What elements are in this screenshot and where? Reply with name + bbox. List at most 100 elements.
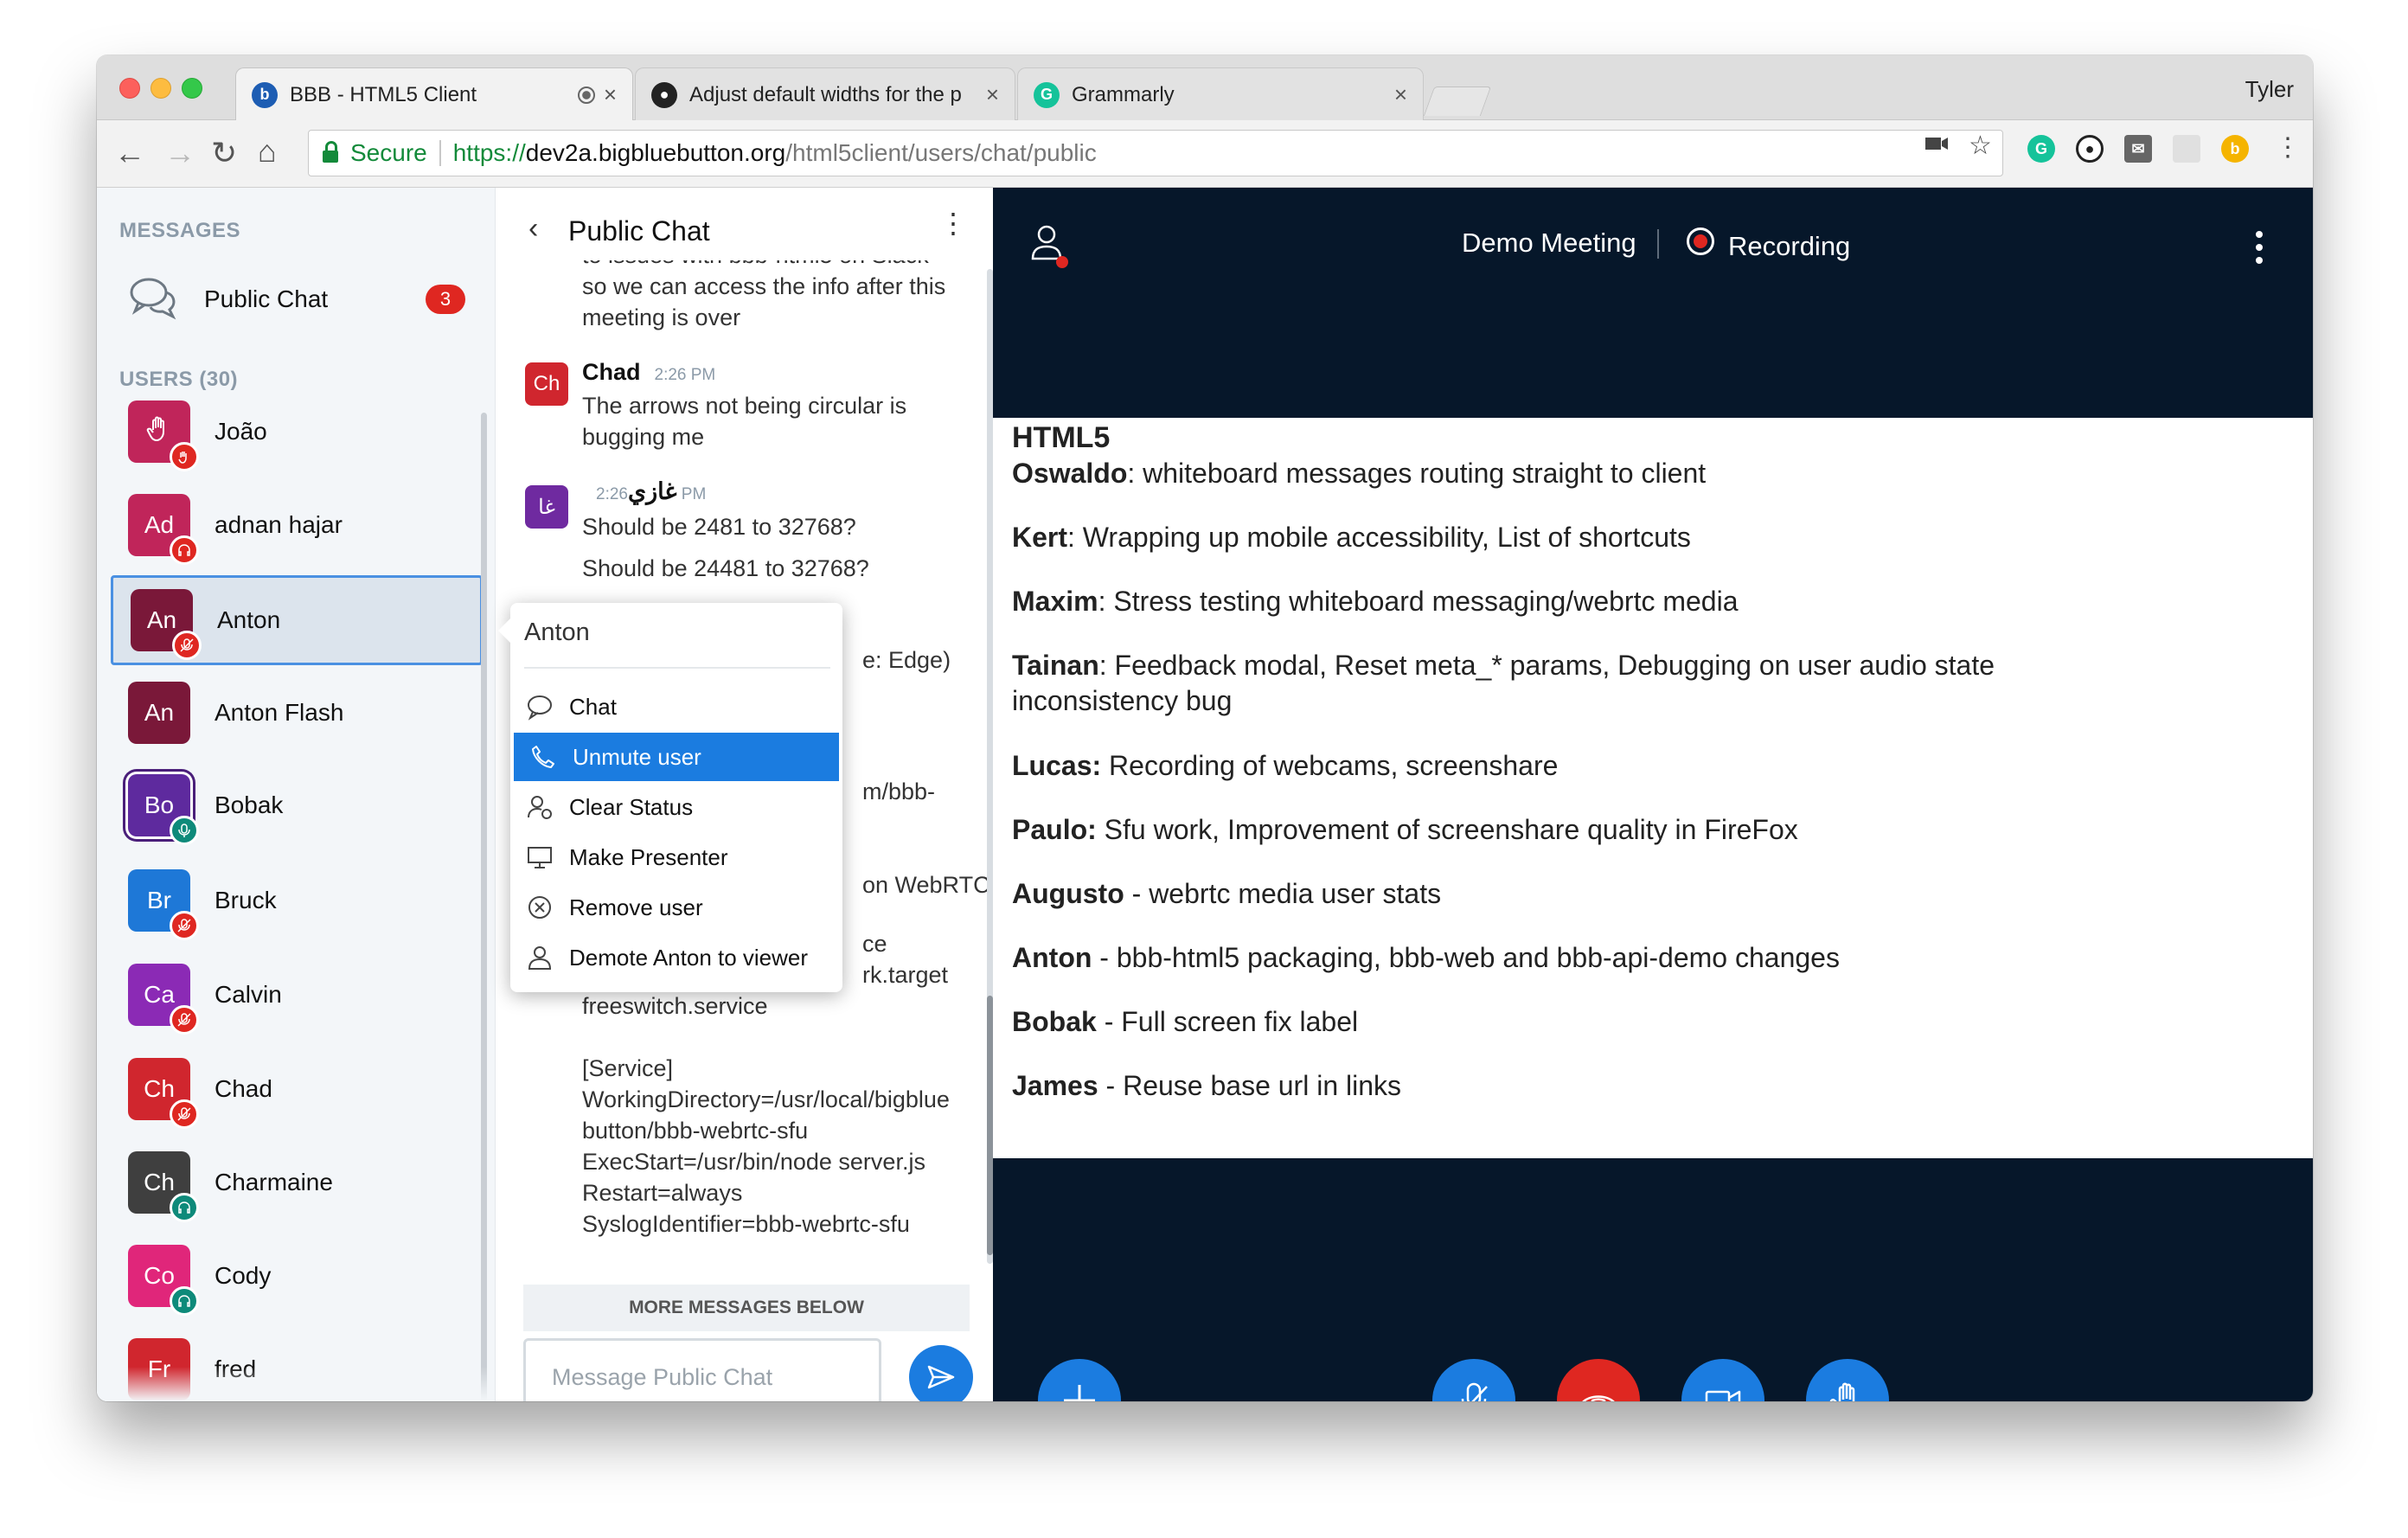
new-tab-button[interactable] (1423, 87, 1492, 116)
presentation-area: Demo Meeting Recording HTML5 Oswaldo: wh… (993, 188, 2313, 1401)
coin-extension-icon[interactable]: b (2221, 135, 2249, 163)
avatar-initials: Ch (144, 1169, 175, 1195)
menu-item-unmute-user[interactable]: Unmute user (514, 733, 839, 781)
maximize-window-button[interactable] (182, 78, 202, 99)
close-tab-icon[interactable]: × (986, 81, 999, 108)
slide-line-text: : whiteboard messages routing straight t… (1127, 458, 1707, 489)
user-list-fade (97, 1367, 495, 1401)
camera-icon[interactable] (1924, 131, 1950, 163)
headphones-icon (170, 535, 199, 565)
slide-line: Augusto - webrtc media user stats (1012, 876, 2292, 912)
recording-label[interactable]: Recording (1728, 231, 1850, 262)
slide-line-name: Tainan (1012, 650, 1099, 681)
tab-bbb[interactable]: b BBB - HTML5 Client × (235, 67, 633, 121)
avatar-initials: Br (147, 887, 171, 913)
grammarly-extension-icon[interactable]: G (2027, 135, 2055, 163)
slide-line-text: - bbb-html5 packaging, bbb-web and bbb-a… (1092, 942, 1840, 973)
browser-menu-icon[interactable]: ⋮ (2275, 132, 2301, 163)
scroll-thumb[interactable] (987, 996, 993, 1255)
message-input[interactable]: Message Public Chat (523, 1338, 881, 1401)
minimize-window-button[interactable] (150, 78, 171, 99)
slide-line: Bobak - Full screen fix label (1012, 1004, 2292, 1040)
mail-extension-icon[interactable]: ✉ (2124, 135, 2152, 163)
user-item[interactable]: Ch Chad (111, 1044, 483, 1134)
user-name: adnan hajar (215, 511, 343, 538)
actions-plus-button[interactable] (1038, 1359, 1121, 1401)
slide-line: inconsistency bug (1012, 683, 2292, 719)
avatar: Bo (128, 774, 199, 845)
avatar-initials: Ca (144, 981, 175, 1008)
bookmark-star-icon[interactable]: ☆ (1969, 131, 1992, 161)
share-webcam-button[interactable] (1681, 1359, 1764, 1401)
tab-grammarly[interactable]: G Grammarly × (1017, 67, 1424, 121)
slide-line-name: Paulo: (1012, 814, 1097, 845)
presentation-slide[interactable]: HTML5 Oswaldo: whiteboard messages routi… (993, 418, 2313, 1158)
avatar: Co (128, 1245, 199, 1316)
avatar-initials: Bo (144, 791, 175, 818)
public-chat-item[interactable]: Public Chat 3 (114, 266, 486, 333)
avatar-initials: An (144, 699, 175, 726)
more-messages-below-button[interactable]: MORE MESSAGES BELOW (523, 1285, 970, 1331)
avatar: An (128, 682, 190, 744)
user-item[interactable]: An Anton Flash (111, 668, 483, 758)
chat-options-icon[interactable]: ⋮ (939, 209, 967, 237)
menu-item-chat[interactable]: Chat (510, 682, 842, 731)
user-item[interactable]: Ca Calvin (111, 950, 483, 1040)
muted-mic-icon (170, 1005, 199, 1035)
raise-hand-button[interactable] (1806, 1359, 1889, 1401)
chat-title: Public Chat (568, 215, 710, 247)
user-item[interactable]: Br Bruck (111, 856, 483, 945)
user-item[interactable]: An Anton (111, 575, 483, 665)
close-tab-icon[interactable]: × (1394, 81, 1407, 108)
leave-audio-button[interactable] (1557, 1359, 1640, 1401)
avatar: Ch (128, 1151, 199, 1222)
messages-heading: MESSAGES (119, 219, 241, 242)
mute-microphone-button[interactable] (1432, 1359, 1515, 1401)
panda-extension-icon[interactable]: ● (2076, 135, 2104, 163)
menu-item-demote-to-viewer[interactable]: Demote Anton to viewer (510, 933, 842, 982)
user-item[interactable]: Ad adnan hajar (111, 480, 483, 570)
slide-line-name: Anton (1012, 942, 1092, 973)
context-menu-divider (524, 667, 830, 669)
recording-icon[interactable] (1687, 227, 1714, 255)
menu-item-make-presenter[interactable]: Make Presenter (510, 833, 842, 881)
menu-item-label: Demote Anton to viewer (569, 944, 809, 971)
extension-icon[interactable] (2173, 135, 2200, 163)
menu-item-clear-status[interactable]: Clear Status (510, 783, 842, 831)
forward-arrow-icon[interactable]: → (164, 136, 195, 170)
tab-github[interactable]: ● Adjust default widths for the p × (635, 67, 1015, 121)
menu-item-remove-user[interactable]: Remove user (510, 883, 842, 932)
reload-icon[interactable]: ↻ (211, 136, 237, 170)
close-window-button[interactable] (119, 78, 140, 99)
home-icon[interactable]: ⌂ (258, 134, 277, 169)
avatar: Ch (128, 1058, 199, 1129)
close-tab-icon[interactable]: × (604, 81, 617, 108)
unread-count-badge: 3 (426, 285, 465, 314)
user-list-scrollbar[interactable] (481, 413, 487, 1401)
plus-icon (1064, 1385, 1095, 1401)
user-item[interactable]: Bo Bobak (111, 760, 483, 850)
chevron-left-icon[interactable]: ‹ (528, 212, 538, 246)
user-item[interactable]: João (111, 387, 483, 477)
message-line: [Service] (582, 1055, 674, 1081)
message-line: e: Edge) (862, 647, 951, 673)
url-scheme: https:// (452, 139, 526, 166)
address-bar[interactable]: Secure https:// dev2a.bigbluebutton.org … (308, 130, 2003, 176)
back-arrow-icon[interactable]: ← (114, 136, 145, 170)
send-button[interactable] (909, 1345, 973, 1401)
message-line: Should be 24481 to 32768? (582, 555, 869, 581)
header-divider (1657, 229, 1659, 259)
avatar: An (131, 589, 202, 660)
profile-name[interactable]: Tyler (2245, 76, 2294, 103)
browser-toolbar: ← → ↻ ⌂ Secure https:// dev2a.bigbluebut… (97, 120, 2313, 188)
url-host: dev2a.bigbluebutton.org (525, 139, 786, 166)
message-line: Restart=always (582, 1180, 743, 1206)
user-item[interactable]: Ch Charmaine (111, 1137, 483, 1227)
slide-line: James - Reuse base url in links (1012, 1068, 2292, 1104)
chat-scrollbar[interactable] (987, 269, 993, 1264)
user-list-toggle-icon[interactable] (1031, 224, 1069, 273)
user-item[interactable]: Co Cody (111, 1231, 483, 1321)
message-line: on WebRTC (862, 872, 990, 898)
avatar: Ca (128, 964, 199, 1035)
options-menu-icon[interactable] (2256, 231, 2263, 270)
